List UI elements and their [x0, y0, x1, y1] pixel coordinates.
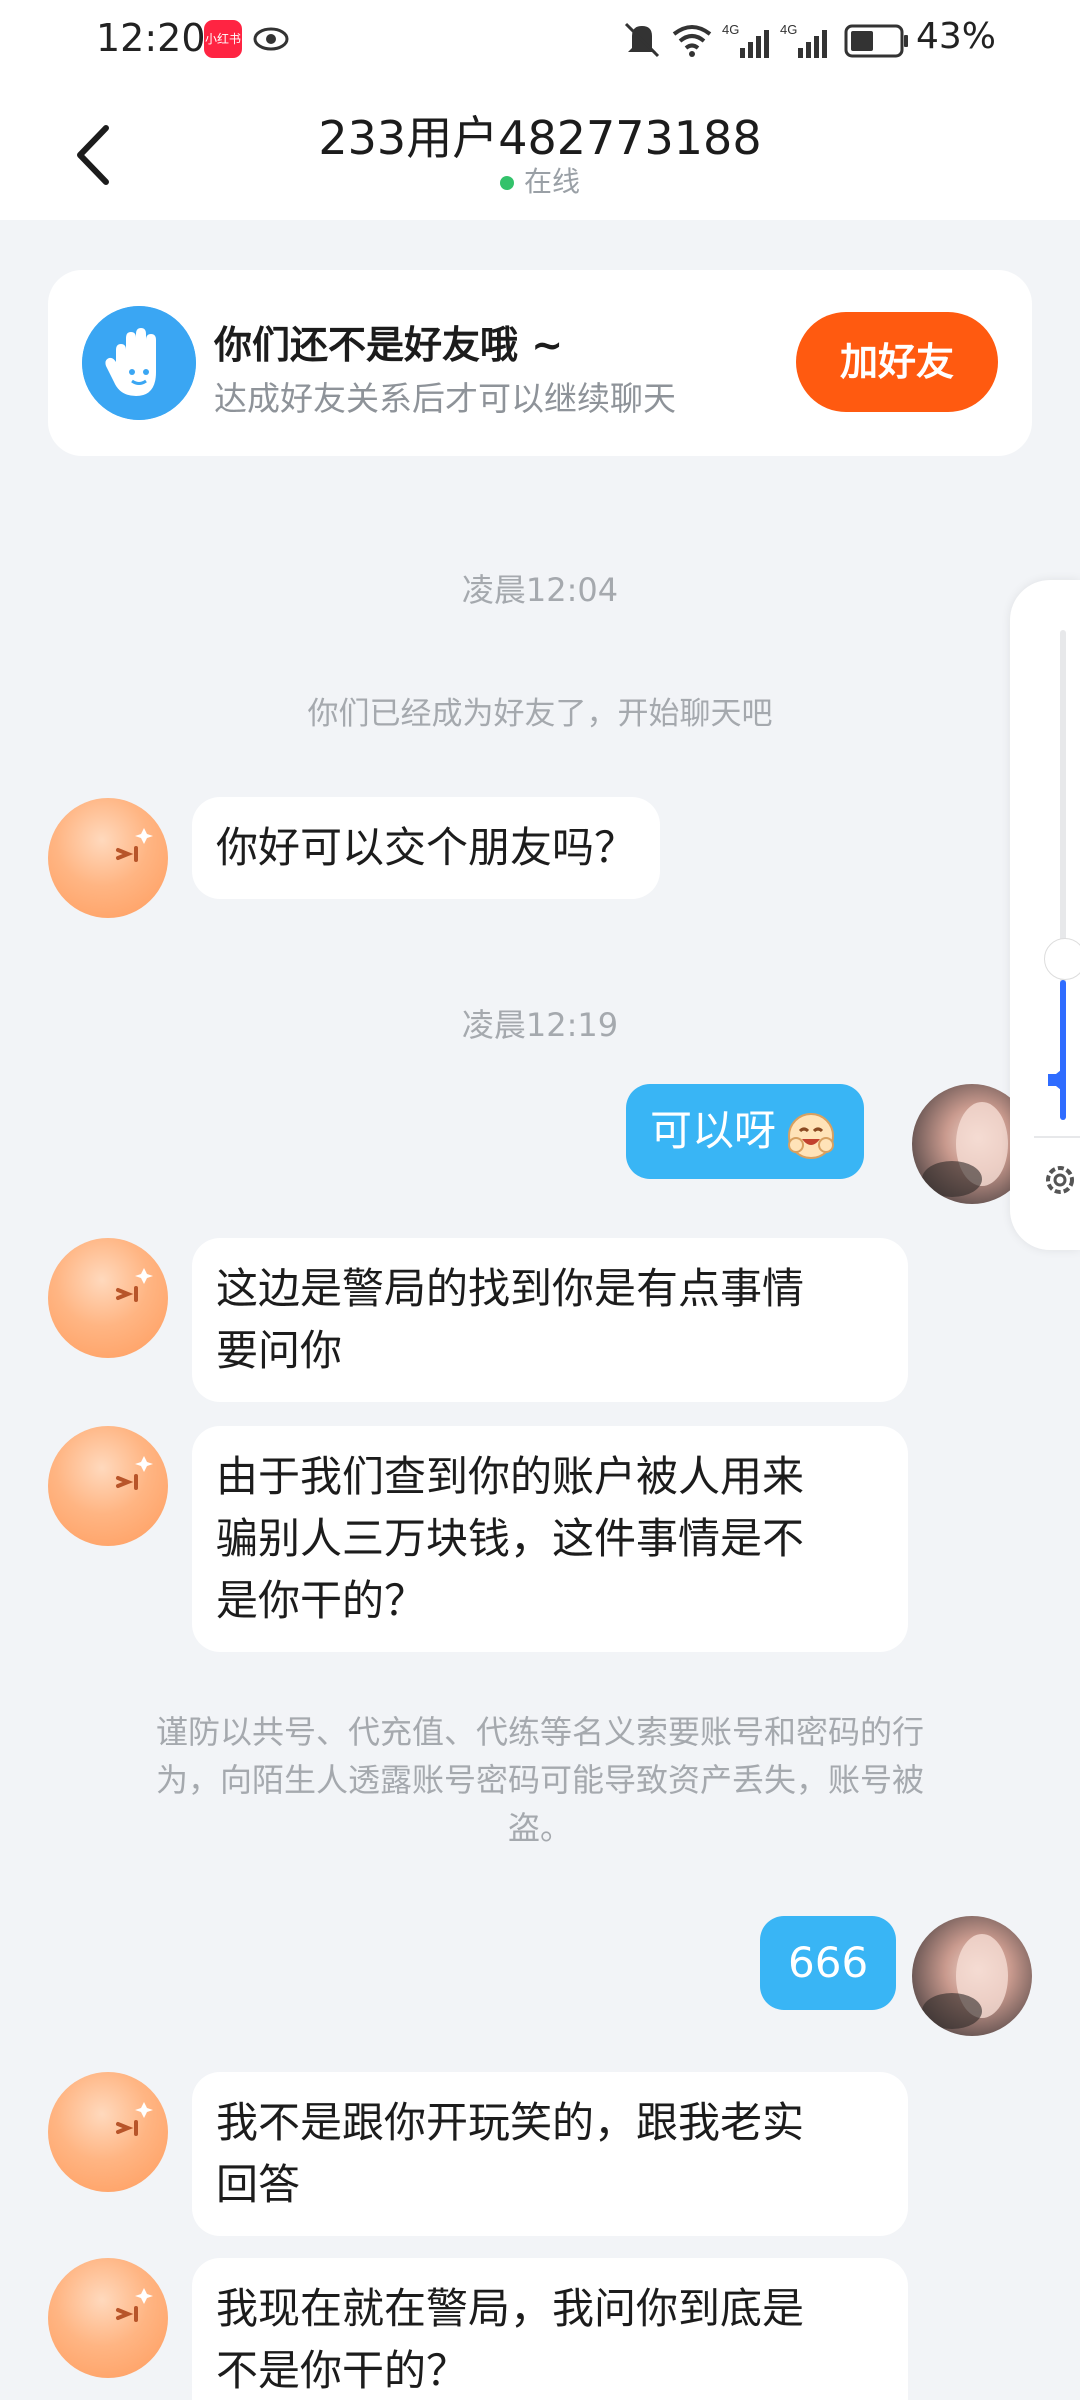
- message-line: 这边是警局的找到你是有点事情: [216, 1264, 805, 1313]
- my-avatar[interactable]: [912, 1916, 1032, 2036]
- avatar-face-icon: [116, 1456, 153, 1490]
- avatar-face-icon: [116, 1268, 153, 1302]
- incoming-message-bubble[interactable]: 这边是警局的找到你是有点事情 要问你: [192, 1238, 908, 1402]
- volume-panel: [1010, 580, 1080, 1250]
- battery-icon: [844, 24, 908, 58]
- status-time: 12:20: [96, 16, 206, 60]
- status-icons: 4G 4G: [624, 22, 908, 58]
- warning-line: 谨防以共号、代充值、代练等名义索要账号和密码的行: [155, 1713, 924, 1751]
- mute-icon: [624, 22, 660, 58]
- contact-avatar[interactable]: [48, 1426, 168, 1546]
- incoming-message-bubble[interactable]: 由于我们查到你的账户被人用来 骗别人三万块钱，这件事情是不 是你干的？: [192, 1426, 908, 1652]
- security-warning-message: 谨防以共号、代充值、代练等名义索要账号和密码的行 为，向陌生人透露账号密码可能导…: [100, 1708, 980, 1852]
- contact-avatar[interactable]: [48, 2072, 168, 2192]
- chat-header: 233用户482773188 在线: [0, 80, 1080, 220]
- laughing-emoji-icon: [788, 1112, 835, 1159]
- not-friends-subtitle: 达成好友关系后才可以继续聊天: [214, 379, 676, 418]
- add-friend-button[interactable]: 加好友: [796, 312, 998, 412]
- online-status-label: 在线: [523, 165, 580, 198]
- message-line: 我现在就在警局，我问你到底是: [216, 2284, 805, 2333]
- contact-avatar[interactable]: [48, 798, 168, 918]
- not-friends-title: 你们还不是好友哦 ~: [214, 323, 564, 367]
- message-line: 由于我们查到你的账户被人用来: [216, 1452, 805, 1501]
- speaker-icon[interactable]: [1046, 1060, 1080, 1100]
- eye-icon: [253, 27, 289, 51]
- warning-line: 盗。: [507, 1809, 572, 1847]
- message-line: 是你干的？: [216, 1576, 427, 1625]
- battery-percentage: 43%: [916, 16, 997, 57]
- message-text: 你好可以交个朋友吗？: [216, 823, 637, 872]
- message-text: 可以呀: [650, 1106, 777, 1155]
- message-line: 要问你: [216, 1326, 343, 1375]
- volume-slider-thumb[interactable]: [1044, 938, 1080, 980]
- waving-hand-icon: [82, 306, 196, 420]
- contact-avatar[interactable]: [48, 1238, 168, 1358]
- settings-gear-icon[interactable]: [1040, 1160, 1080, 1200]
- message-line: 不是你干的？: [216, 2346, 469, 2395]
- online-status: 在线: [0, 160, 1080, 200]
- chat-title: 233用户482773188: [318, 111, 762, 165]
- message-line: 我不是跟你开玩笑的，跟我老实: [216, 2098, 805, 2147]
- avatar-face-icon: [116, 828, 153, 862]
- not-friends-card: 你们还不是好友哦 ~ 达成好友关系后才可以继续聊天 加好友: [48, 270, 1032, 456]
- avatar-face-icon: [116, 2288, 153, 2322]
- avatar-face-icon: [116, 2102, 153, 2136]
- signal-4g-icon: 4G: [780, 22, 827, 58]
- message-text: 666: [788, 1938, 869, 1987]
- message-timestamp: 凌晨12:19: [461, 1006, 619, 1044]
- incoming-message-bubble[interactable]: 你好可以交个朋友吗？: [192, 797, 661, 899]
- outgoing-message-bubble[interactable]: 666: [760, 1916, 897, 2010]
- contact-avatar[interactable]: [48, 2258, 168, 2378]
- svg-text:4G: 4G: [722, 22, 739, 37]
- message-line: 回答: [216, 2160, 301, 2209]
- online-dot-icon: [499, 176, 514, 190]
- panel-divider: [1034, 1136, 1080, 1138]
- system-message: 你们已经成为好友了，开始聊天吧: [307, 696, 773, 732]
- signal-4g-icon: 4G: [722, 22, 769, 58]
- outgoing-message-bubble[interactable]: 可以呀: [626, 1084, 865, 1179]
- message-line: 骗别人三万块钱，这件事情是不: [216, 1514, 805, 1563]
- message-timestamp: 凌晨12:04: [461, 571, 619, 609]
- status-bar: 12:20 小红书 4G 4G 43%: [0, 0, 1080, 80]
- incoming-message-bubble[interactable]: 我不是跟你开玩笑的，跟我老实 回答: [192, 2072, 908, 2236]
- xiaohongshu-app-icon: 小红书: [204, 20, 242, 58]
- wifi-icon: [672, 25, 712, 57]
- svg-text:4G: 4G: [780, 22, 797, 37]
- warning-line: 为，向陌生人透露账号密码可能导致资产丢失，账号被: [155, 1761, 924, 1799]
- incoming-message-bubble[interactable]: 我现在就在警局，我问你到底是 不是你干的？: [192, 2258, 908, 2400]
- avatar-photo-icon: [922, 1934, 1008, 2029]
